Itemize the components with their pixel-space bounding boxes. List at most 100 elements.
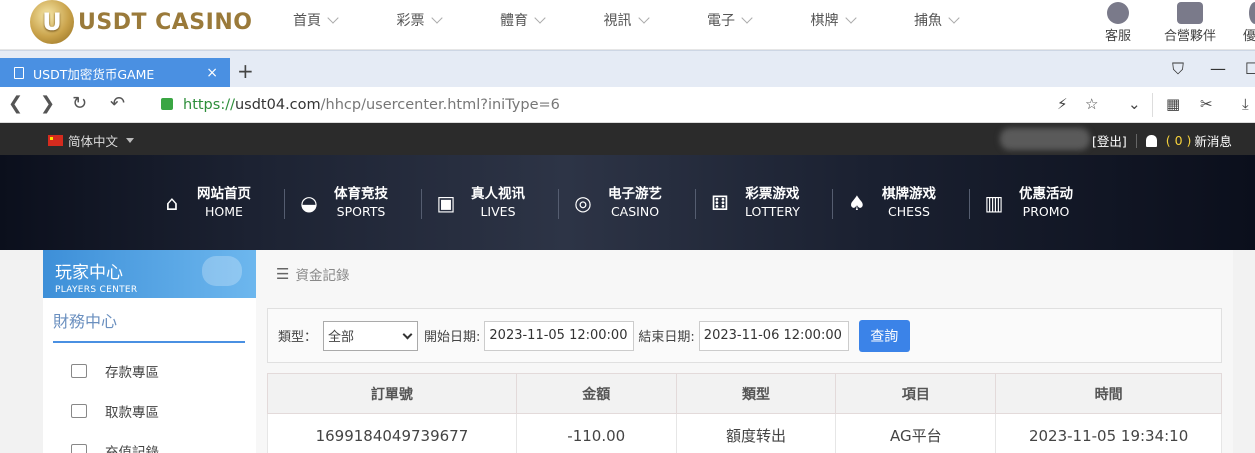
nav-en: HOME [205, 204, 243, 219]
amount-cell: -110.00 [515, 413, 677, 453]
column-header[interactable]: 類型 [675, 373, 837, 414]
nav-label: 彩票 [396, 13, 425, 29]
nav-zh: 彩票游戏 [745, 186, 800, 202]
filter-bar: 類型： 全部 開始日期: 2023-11-05 12:00:00 結束日期: 2… [267, 308, 1222, 363]
column-header[interactable]: 金額 [515, 373, 677, 414]
shirt-icon[interactable]: ⛉ [1172, 59, 1184, 79]
undo-button[interactable]: ↶ [110, 93, 125, 114]
nav-electronic[interactable]: 電子 [707, 10, 811, 30]
table-header-row: 訂單號 金額 類型 項目 時間 [267, 373, 1222, 414]
chevron-down-icon [844, 11, 857, 24]
nav-label: 視訊 [603, 13, 632, 29]
nav-label: 捕魚 [914, 13, 942, 29]
message-count: ( 0 ) [1165, 133, 1192, 148]
language-selector[interactable]: 简体中文 [48, 131, 135, 150]
site-header: U USDT CASINO 首頁 彩票 體育 視訊 電子 棋牌 捕魚 客服 合營… [0, 0, 1255, 50]
sidebar-item-label: 存款專區 [105, 365, 159, 381]
customer-service-button[interactable]: 客服 [1088, 0, 1148, 44]
top-nav: 首頁 彩票 體育 視訊 電子 棋牌 捕魚 [293, 10, 1018, 30]
home-icon: ⌂ [165, 191, 179, 215]
new-messages-link[interactable]: 新消息 [1194, 131, 1232, 150]
apps-icon[interactable]: ▦ [1166, 95, 1180, 113]
download-icon[interactable]: ⤓ [1242, 95, 1249, 113]
lock-icon [161, 98, 173, 110]
scissors-icon[interactable]: ✂ [1200, 95, 1213, 113]
cards-icon: ▣ [436, 191, 456, 215]
nav-chess[interactable]: 棋牌 [811, 10, 915, 30]
bell-icon[interactable] [1145, 134, 1157, 147]
logo[interactable]: U USDT CASINO [30, 0, 252, 44]
time-cell: 2023-11-05 19:34:10 [995, 413, 1222, 453]
chevron-down-icon [430, 11, 443, 24]
type-select[interactable]: 全部 [323, 320, 419, 351]
column-header[interactable]: 時間 [995, 373, 1222, 414]
address-bar: ❮ ❯ ↻ ↶ https://usdt04.com/hhcp/usercent… [0, 87, 1255, 123]
sidebar-item-deposit[interactable]: 存款專區 [43, 351, 256, 391]
nav-label: 首頁 [293, 13, 321, 29]
main-nav-lottery[interactable]: ⚅ 彩票游戏 LOTTERY [695, 185, 840, 221]
logout-link[interactable]: [登出] [1092, 131, 1127, 150]
sidebar-item-recharge-history[interactable]: 充值記錄 [43, 431, 256, 453]
back-button[interactable]: ❮ [8, 93, 23, 114]
item-cell: AG平台 [835, 413, 997, 453]
partner-button[interactable]: 合營夥伴 [1160, 0, 1220, 44]
sidebar-section-title: 財務中心 [53, 308, 245, 343]
nav-en: LOTTERY [745, 204, 800, 219]
main-nav-lives[interactable]: ▣ 真人视讯 LIVES [421, 185, 566, 221]
nav-en: CASINO [610, 204, 660, 219]
lightning-icon[interactable]: ⚡ [1057, 95, 1068, 113]
account-bar: [登出] ( 0 ) 新消息 [1092, 131, 1232, 150]
column-header[interactable]: 項目 [835, 373, 997, 414]
query-button[interactable]: 查詢 [858, 319, 910, 352]
url-scheme: https:// [183, 97, 235, 113]
minimize-button[interactable]: — [1210, 59, 1226, 78]
casino-site: 简体中文 [登出] ( 0 ) 新消息 ⌂ 网站首页 HOME ◒ 体育竞技 S… [0, 123, 1255, 453]
chevron-down-icon[interactable]: ⌄ [1128, 95, 1141, 113]
cut-off-button[interactable]: 優 [1243, 0, 1255, 44]
main-nav: ⌂ 网站首页 HOME ◒ 体育竞技 SPORTS ▣ 真人视讯 LIVES ◎ 电子… [155, 185, 1114, 221]
nav-home[interactable]: 首頁 [293, 10, 397, 30]
chevron-down-icon [402, 329, 413, 339]
new-tab-button[interactable]: + [237, 59, 254, 83]
breadcrumb-label: 資金記錄 [295, 268, 350, 284]
roulette-icon: ◎ [574, 191, 592, 215]
reload-button[interactable]: ↻ [72, 93, 87, 114]
blurred-username [1000, 128, 1090, 150]
close-icon[interactable]: × [206, 65, 218, 81]
main-nav-casino[interactable]: ◎ 电子游艺 CASINO [558, 185, 703, 221]
main-nav-chess[interactable]: ♠ 棋牌游戏 CHESS [832, 185, 977, 221]
ball-icon: ◒ [300, 191, 318, 215]
order-number-cell: 1699184049739677 [267, 413, 517, 453]
main-nav-promo[interactable]: ▥ 优惠活动 PROMO [969, 185, 1114, 221]
cash-icon [71, 404, 87, 418]
sidebar-item-withdraw[interactable]: 取款專區 [43, 391, 256, 431]
breadcrumb: ☰ 資金記錄 [276, 264, 349, 284]
end-date-input[interactable]: 2023-11-06 12:00:00 [698, 320, 849, 351]
content-panel: ☰ 資金記錄 類型： 全部 開始日期: 2023-11-05 12:00:00 … [256, 250, 1233, 453]
bag-icon [71, 444, 87, 453]
menu-icon[interactable]: ☰ [276, 265, 289, 283]
gift-icon: ▥ [984, 191, 1004, 215]
chevron-down-icon [741, 11, 753, 24]
start-date-input[interactable]: 2023-11-05 12:00:00 [484, 320, 635, 351]
nav-live[interactable]: 視訊 [604, 10, 708, 30]
table-row[interactable]: 1699184049739677 -110.00 額度转出 AG平台 2023-… [267, 413, 1222, 453]
url-field[interactable]: https://usdt04.com/hhcp/usercenter.html?… [157, 92, 1147, 118]
sidebar-subtitle: PLAYERS CENTER [55, 285, 138, 295]
browser-tab[interactable]: USDT加密货币GAME × [0, 58, 230, 88]
top-bar: 简体中文 [登出] ( 0 ) 新消息 [0, 123, 1255, 155]
star-icon[interactable]: ☆ [1085, 95, 1098, 113]
chat-icon [1107, 2, 1129, 24]
nav-zh: 优惠活动 [1019, 186, 1073, 202]
nav-sports[interactable]: 體育 [500, 10, 604, 30]
main-nav-home[interactable]: ⌂ 网站首页 HOME [155, 185, 292, 221]
nav-fishing[interactable]: 捕魚 [914, 10, 1018, 30]
tab-title: USDT加密货币GAME [33, 66, 155, 82]
main-nav-sports[interactable]: ◒ 体育竞技 SPORTS [284, 185, 429, 221]
nav-lottery[interactable]: 彩票 [397, 10, 501, 30]
column-header[interactable]: 訂單號 [267, 373, 517, 414]
maximize-button[interactable]: ☐ [1245, 59, 1255, 78]
nav-label: 電子 [707, 13, 735, 29]
spade-icon: ♠ [848, 191, 866, 215]
forward-button[interactable]: ❯ [40, 93, 55, 114]
